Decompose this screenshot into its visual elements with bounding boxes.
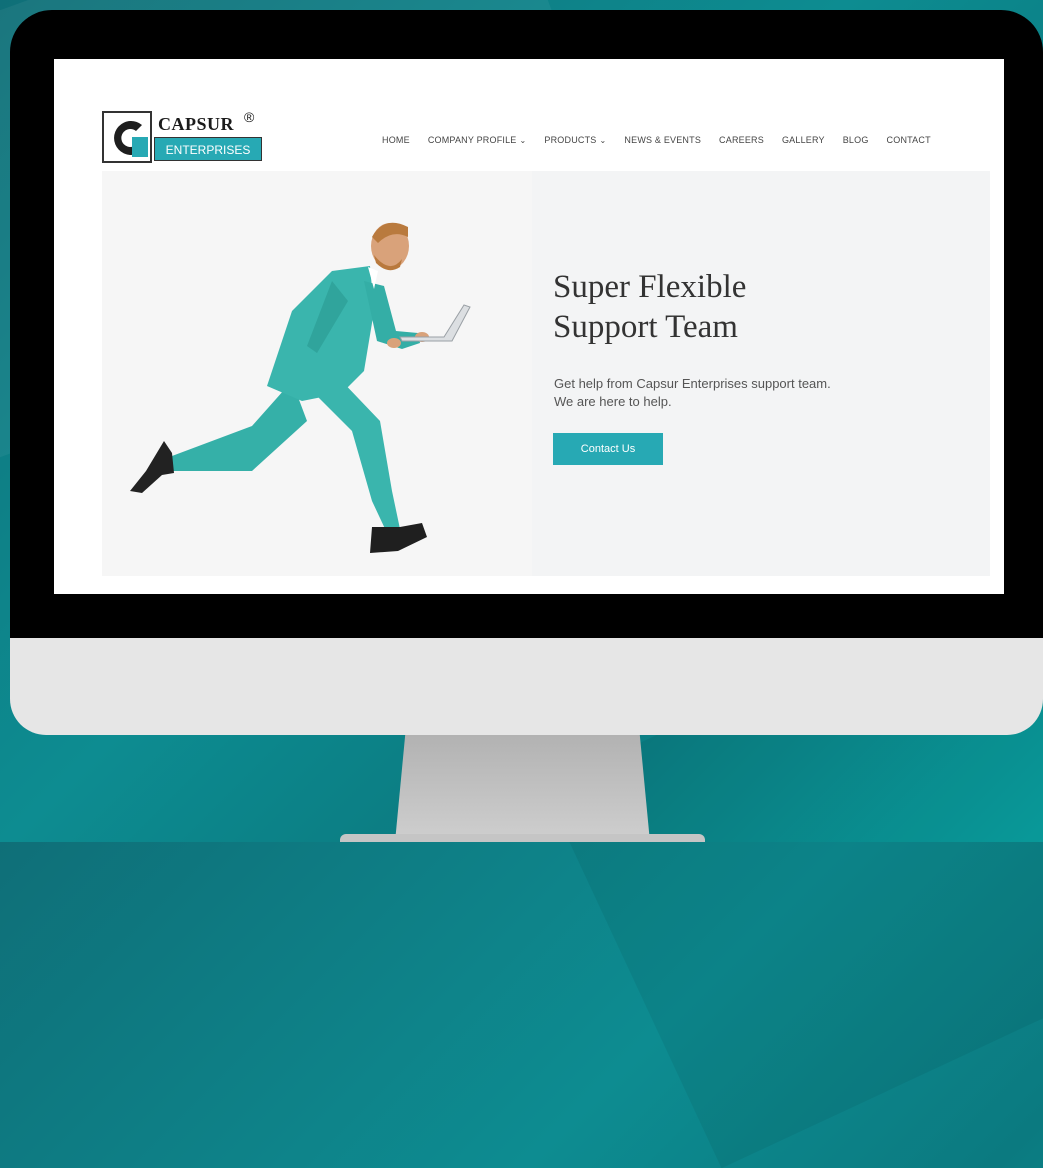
nav-item-news-events[interactable]: NEWS & EVENTS: [624, 135, 701, 145]
hero-title-line: Support Team: [553, 309, 738, 345]
logo-mark-icon: [102, 111, 152, 163]
chevron-down-icon: ⌄: [599, 135, 607, 145]
logo-tagline: ENTERPRISES: [154, 137, 262, 161]
nav-item-label: PRODUCTS: [544, 135, 597, 145]
nav-item-label: HOME: [382, 135, 410, 145]
nav-item-products[interactable]: PRODUCTS ⌄: [544, 135, 606, 145]
hero-title: Super Flexible Support Team: [553, 267, 746, 347]
hero-image: [102, 171, 532, 576]
main-nav: HOME COMPANY PROFILE ⌄ PRODUCTS ⌄ NEWS & E…: [382, 132, 931, 148]
hero-section: Super Flexible Support Team Get help fro…: [102, 171, 990, 576]
nav-item-home[interactable]: HOME: [382, 135, 410, 145]
contact-us-button[interactable]: Contact Us: [553, 433, 663, 465]
nav-item-careers[interactable]: CAREERS: [719, 135, 764, 145]
monitor-chin: [10, 638, 1043, 735]
website-screen: CAPSUR ® ENTERPRISES HOME COMPANY PROFIL…: [54, 59, 1004, 594]
nav-item-label: BLOG: [842, 135, 869, 145]
logo-name: CAPSUR: [158, 114, 235, 134]
nav-item-blog[interactable]: BLOG: [843, 135, 869, 145]
monitor-frame: CAPSUR ® ENTERPRISES HOME COMPANY PROFIL…: [10, 10, 1043, 735]
nav-item-label: CAREERS: [719, 135, 764, 145]
nav-item-company-profile[interactable]: COMPANY PROFILE ⌄: [428, 135, 527, 145]
nav-item-contact[interactable]: CONTACT: [887, 135, 931, 145]
registered-mark: ®: [244, 109, 255, 125]
hero-subtitle: Get help from Capsur Enterprises support…: [554, 375, 831, 411]
monitor-stand: [395, 735, 650, 842]
nav-item-label: NEWS & EVENTS: [624, 135, 702, 145]
nav-item-label: GALLERY: [781, 135, 825, 145]
company-logo[interactable]: CAPSUR ® ENTERPRISES: [102, 109, 262, 165]
running-man-illustration: [130, 222, 471, 553]
chevron-down-icon: ⌄: [519, 135, 527, 145]
nav-item-gallery[interactable]: GALLERY: [782, 135, 825, 145]
nav-item-label: CONTACT: [886, 135, 931, 145]
hero-subtitle-line: We are here to help.: [554, 394, 672, 409]
hero-title-line: Super Flexible: [553, 269, 747, 305]
monitor-stand-base: [340, 834, 705, 842]
hero-subtitle-line: Get help from Capsur Enterprises support…: [554, 376, 831, 391]
nav-item-label: COMPANY PROFILE: [427, 135, 517, 145]
